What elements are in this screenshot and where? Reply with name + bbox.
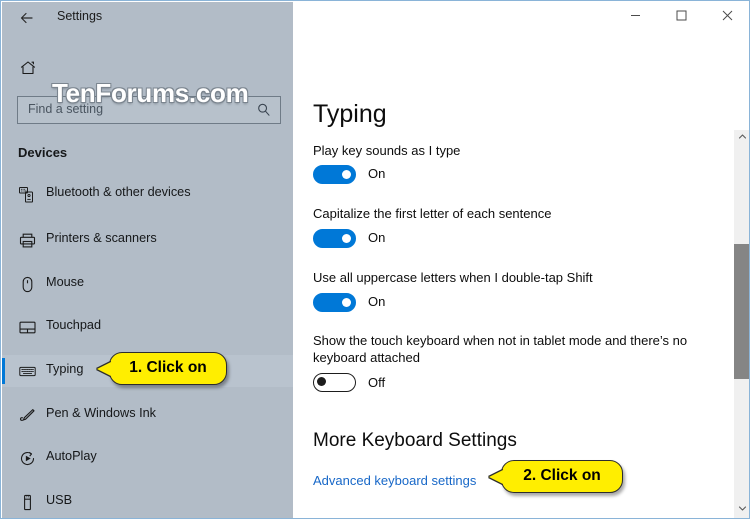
- setting-label-capitalize: Capitalize the first letter of each sent…: [313, 206, 552, 221]
- search-placeholder: Find a setting: [28, 102, 104, 116]
- printer-icon: [18, 231, 37, 250]
- toggle-knob: [342, 234, 351, 243]
- sidebar-item-pen[interactable]: Pen & Windows Ink: [2, 399, 293, 431]
- toggle-capitalize[interactable]: [313, 229, 356, 248]
- scrollbar[interactable]: [734, 130, 749, 518]
- toggle-knob: [342, 170, 351, 179]
- sidebar-item-label: USB: [46, 493, 73, 507]
- selection-indicator: [2, 358, 5, 384]
- sidebar-item-autoplay[interactable]: AutoPlay: [2, 442, 293, 474]
- autoplay-icon: [18, 449, 37, 468]
- callout-step-2: 2. Click on: [489, 460, 623, 493]
- more-keyboard-settings-heading: More Keyboard Settings: [313, 430, 517, 451]
- advanced-keyboard-settings-link[interactable]: Advanced keyboard settings: [313, 473, 476, 488]
- sidebar-item-label: AutoPlay: [46, 449, 97, 463]
- sidebar-item-label: Bluetooth & other devices: [46, 185, 191, 199]
- minimize-button[interactable]: [612, 2, 658, 32]
- usb-icon: [18, 493, 37, 512]
- settings-window: Settings Find a setting TenForums.com De…: [0, 0, 750, 519]
- callout-tail: [489, 469, 503, 484]
- sidebar-item-label: Typing: [46, 362, 84, 376]
- callout-step-1: 1. Click on: [97, 352, 227, 385]
- sidebar: Settings Find a setting TenForums.com De…: [2, 2, 293, 518]
- sidebar-item-printers[interactable]: Printers & scanners: [2, 224, 293, 256]
- sidebar-item-usb[interactable]: USB: [2, 486, 293, 518]
- window-title: Settings: [57, 9, 103, 23]
- scroll-up-arrow-icon[interactable]: [734, 130, 749, 147]
- sidebar-item-label: Printers & scanners: [46, 231, 157, 245]
- callout-tail: [97, 361, 111, 376]
- back-arrow-icon[interactable]: [14, 8, 42, 30]
- toggle-touch-keyboard[interactable]: [313, 373, 356, 392]
- callout-text: 2. Click on: [523, 467, 601, 484]
- page-title: Typing: [313, 100, 387, 128]
- mouse-icon: [18, 275, 37, 294]
- search-input[interactable]: Find a setting: [17, 96, 281, 124]
- main-content: Typing Play key sounds as I type On Capi…: [293, 2, 749, 518]
- keyboard-icon: [18, 362, 37, 381]
- setting-label-touch-keyboard: Show the touch keyboard when not in tabl…: [313, 333, 688, 365]
- scroll-down-arrow-icon[interactable]: [734, 502, 749, 518]
- pen-icon: [18, 406, 37, 425]
- titlebar-left: Settings: [2, 2, 293, 34]
- home-icon[interactable]: [18, 58, 40, 80]
- toggle-state-uppercase: On: [368, 294, 386, 309]
- setting-label-key-sounds: Play key sounds as I type: [313, 143, 461, 158]
- sidebar-item-label: Touchpad: [46, 318, 102, 332]
- bluetooth-devices-icon: [18, 185, 37, 204]
- scrollbar-thumb[interactable]: [734, 244, 749, 379]
- toggle-state-capitalize: On: [368, 230, 386, 245]
- touchpad-icon: [18, 318, 37, 337]
- close-button[interactable]: [704, 2, 749, 32]
- setting-label-uppercase: Use all uppercase letters when I double-…: [313, 270, 593, 285]
- callout-text: 1. Click on: [129, 359, 207, 376]
- sidebar-item-mouse[interactable]: Mouse: [2, 268, 293, 300]
- window-controls: [610, 2, 749, 32]
- sidebar-group-heading: Devices: [18, 145, 68, 160]
- maximize-button[interactable]: [658, 2, 704, 32]
- sidebar-item-label: Mouse: [46, 275, 85, 289]
- toggle-state-key-sounds: On: [368, 166, 386, 181]
- toggle-state-touch-keyboard: Off: [368, 375, 386, 390]
- sidebar-item-label: Pen & Windows Ink: [46, 406, 157, 420]
- toggle-knob: [317, 377, 326, 386]
- toggle-knob: [342, 298, 351, 307]
- toggle-key-sounds[interactable]: [313, 165, 356, 184]
- sidebar-item-bluetooth[interactable]: Bluetooth & other devices: [2, 178, 293, 210]
- sidebar-item-touchpad[interactable]: Touchpad: [2, 311, 293, 343]
- toggle-uppercase[interactable]: [313, 293, 356, 312]
- search-icon[interactable]: [256, 102, 272, 118]
